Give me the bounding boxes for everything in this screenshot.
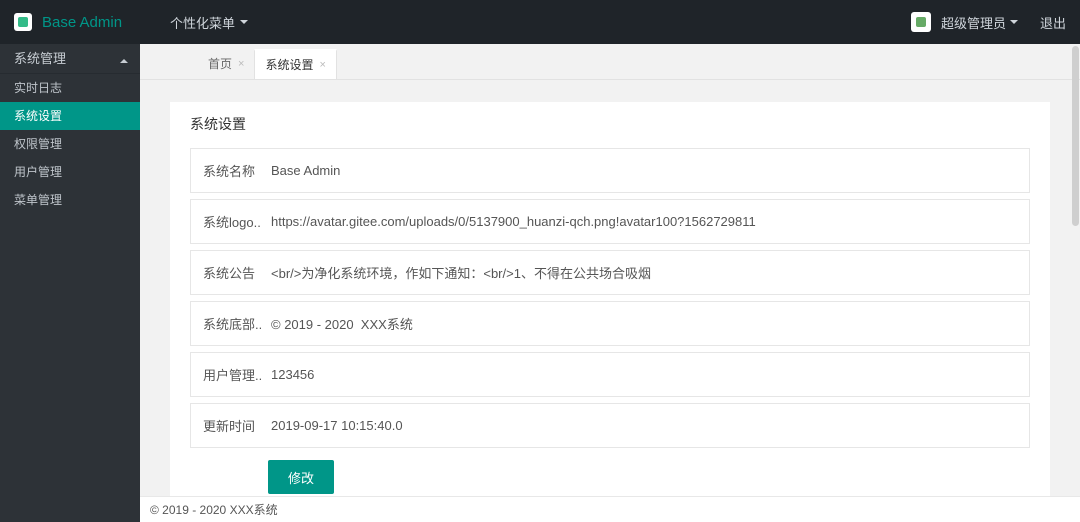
username-label: 超级管理员 (941, 13, 1006, 32)
card-title: 系统设置 (190, 114, 1030, 134)
chevron-up-icon (120, 55, 128, 63)
navbar: Base Admin 个性化菜单 超级管理员 退出 (0, 0, 1080, 44)
form-row-0: 系统名称 (190, 148, 1030, 193)
logout-button[interactable]: 退出 (1040, 13, 1066, 32)
form-row-label: 系统底部... (191, 302, 261, 345)
save-button[interactable]: 修改 (268, 460, 334, 494)
form-row-input[interactable] (261, 302, 1029, 344)
sidebar-item-4[interactable]: 菜单管理 (0, 186, 140, 214)
brand-title: Base Admin (42, 14, 122, 31)
form-row-label: 系统名称 (191, 149, 261, 192)
tab-label: 首页 (208, 49, 232, 79)
sidebar-group[interactable]: 系统管理 (0, 44, 140, 74)
form-row-2: 系统公告 (190, 250, 1030, 295)
form-row-input[interactable] (261, 353, 1029, 395)
form-row-label: 更新时间 (191, 404, 261, 447)
form-row-label: 系统logo... (191, 200, 261, 243)
form-card: 系统设置 系统名称系统logo... 系统公告系统底部... 用户管理... 更新时间… (170, 102, 1050, 496)
sidebar-item-3[interactable]: 用户管理 (0, 158, 140, 186)
form-row-3: 系统底部... (190, 301, 1030, 346)
form-row-input[interactable] (261, 404, 1029, 446)
tab-0[interactable]: 首页× (198, 49, 254, 79)
close-icon[interactable]: × (238, 49, 244, 79)
tab-1[interactable]: 系统设置× (254, 49, 336, 79)
sidebar: 系统管理 实时日志系统设置权限管理用户管理菜单管理 (0, 44, 140, 522)
sidebar-item-1[interactable]: 系统设置 (0, 102, 140, 130)
caret-down-icon (240, 20, 248, 28)
sidebar-group-label: 系统管理 (14, 44, 66, 74)
avatar-icon (911, 12, 931, 32)
scrollbar-thumb[interactable] (1072, 46, 1079, 226)
tabs: 首页×系统设置× (140, 44, 1080, 80)
form-row-4: 用户管理... (190, 352, 1030, 397)
content-area: 系统设置 系统名称系统logo... 系统公告系统底部... 用户管理... 更新时间… (140, 80, 1080, 496)
personalize-menu[interactable]: 个性化菜单 (170, 13, 248, 32)
form-row-1: 系统logo... (190, 199, 1030, 244)
form-row-5: 更新时间 (190, 403, 1030, 448)
sidebar-item-0[interactable]: 实时日志 (0, 74, 140, 102)
form-row-input[interactable] (261, 251, 1029, 293)
user-menu[interactable]: 超级管理员 (911, 12, 1018, 32)
caret-down-icon (1010, 20, 1018, 28)
sidebar-item-2[interactable]: 权限管理 (0, 130, 140, 158)
logo-icon (14, 13, 32, 31)
footer: © 2019 - 2020 XXX系统 (140, 496, 1080, 522)
form-row-input[interactable] (261, 200, 1029, 242)
personalize-menu-label: 个性化菜单 (170, 13, 235, 32)
form-row-label: 用户管理... (191, 353, 261, 396)
form-row-label: 系统公告 (191, 251, 261, 294)
form-row-input[interactable] (261, 149, 1029, 191)
tab-label: 系统设置 (265, 50, 313, 80)
close-icon[interactable]: × (319, 50, 325, 80)
